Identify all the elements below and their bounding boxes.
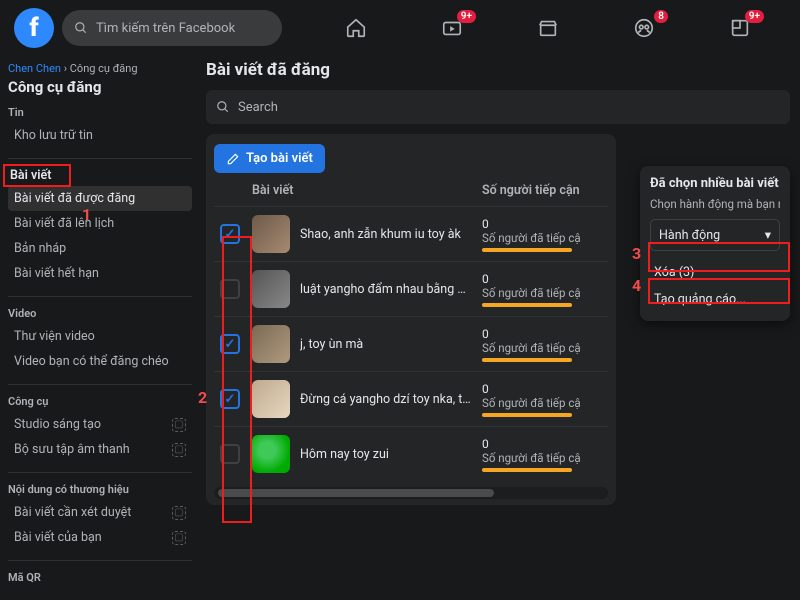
sidebar-item-sound[interactable]: Bộ sưu tập âm thanh▢ bbox=[8, 437, 192, 462]
sb-label-video: Video bbox=[8, 307, 192, 320]
reach-cell: 0Số người đã tiếp cậ bbox=[482, 437, 602, 472]
annotation-3: 3 bbox=[632, 244, 641, 263]
nav-icons: 9+ 8 9+ bbox=[282, 8, 786, 48]
table-header: Bài viết Số người tiếp cận bbox=[214, 173, 608, 206]
selection-panel: Đã chọn nhiều bài viết Chọn hành động mà… bbox=[640, 166, 790, 321]
reach-cell: 0Số người đã tiếp cậ bbox=[482, 327, 602, 362]
row-checkbox[interactable] bbox=[220, 389, 240, 409]
sidebar-item-crosspost[interactable]: Video bạn có thể đăng chéo bbox=[8, 349, 192, 374]
sidebar-title: Công cụ đăng bbox=[8, 78, 192, 96]
sidebar-item-video-library[interactable]: Thư viện video bbox=[8, 324, 192, 349]
nav-marketplace[interactable] bbox=[528, 8, 568, 48]
search-icon bbox=[74, 21, 88, 35]
content-area: Bài viết đã đăng Search Tạo bài viết Bài… bbox=[200, 56, 800, 600]
marketplace-icon bbox=[537, 17, 559, 39]
reach-cell: 0Số người đã tiếp cậ bbox=[482, 272, 602, 307]
panel-title: Đã chọn nhiều bài viết bbox=[650, 176, 780, 191]
reach-cell: 0Số người đã tiếp cậ bbox=[482, 382, 602, 417]
row-checkbox[interactable] bbox=[220, 224, 240, 244]
reach-cell: 0Số người đã tiếp cậ bbox=[482, 217, 602, 252]
nav-groups[interactable]: 8 bbox=[624, 8, 664, 48]
menu-delete[interactable]: Xóa (3) bbox=[650, 259, 780, 286]
nav-gaming[interactable]: 9+ bbox=[720, 8, 760, 48]
action-dropdown[interactable]: Hành động ▾ bbox=[650, 219, 780, 251]
annotation-1: 1 bbox=[82, 205, 91, 224]
posts-card: Tạo bài viết Bài viết Số người tiếp cận … bbox=[206, 134, 616, 505]
post-title: Hôm nay toy zui bbox=[300, 447, 482, 462]
external-icon: ▢ bbox=[172, 418, 186, 432]
table-row[interactable]: Shao, anh zẫn khum iu toy àk 0Số người đ… bbox=[214, 206, 608, 261]
external-icon: ▢ bbox=[172, 443, 186, 457]
table-row[interactable]: Hôm nay toy zui 0Số người đã tiếp cậ bbox=[214, 426, 608, 481]
sidebar-item-drafts[interactable]: Bản nháp bbox=[8, 236, 192, 261]
groups-badge: 8 bbox=[654, 10, 668, 23]
sb-label-brand: Nội dung có thương hiệu bbox=[8, 483, 192, 496]
nav-watch[interactable]: 9+ bbox=[432, 8, 472, 48]
post-title: Đừng cá yangho dzí toy nka, toy pắn ák bbox=[300, 392, 482, 407]
post-title: j, toy ùn mà bbox=[300, 337, 482, 352]
sidebar-item-review[interactable]: Bài viết cần xét duyệt▢ bbox=[8, 500, 192, 525]
home-icon bbox=[345, 17, 367, 39]
row-checkbox[interactable] bbox=[220, 444, 240, 464]
col-post: Bài viết bbox=[252, 183, 482, 198]
annotation-2: 2 bbox=[198, 388, 207, 407]
nav-home[interactable] bbox=[336, 8, 376, 48]
sidebar-item-creator-studio[interactable]: Studio sáng tạo▢ bbox=[8, 412, 192, 437]
breadcrumb: Chen Chen › Công cụ đăng bbox=[8, 60, 192, 77]
sidebar-item-published[interactable]: Bài viết đã được đăng bbox=[8, 186, 192, 211]
sidebar-item-scheduled[interactable]: Bài viết đã lên lịch bbox=[8, 211, 192, 236]
post-thumbnail bbox=[252, 215, 290, 253]
breadcrumb-page: Công cụ đăng bbox=[70, 62, 138, 75]
menu-create-ad[interactable]: Tạo quảng cáo... bbox=[650, 286, 780, 313]
horizontal-scrollbar[interactable] bbox=[214, 487, 608, 499]
post-title: Shao, anh zẫn khum iu toy àk bbox=[300, 227, 482, 242]
create-post-button[interactable]: Tạo bài viết bbox=[214, 144, 325, 173]
gaming-badge: 9+ bbox=[745, 10, 764, 23]
annotation-4: 4 bbox=[632, 276, 641, 295]
post-thumbnail bbox=[252, 270, 290, 308]
sb-label-posts[interactable]: Bài viết bbox=[4, 165, 70, 186]
sidebar-item-your-posts[interactable]: Bài viết của bạn▢ bbox=[8, 525, 192, 550]
external-icon: ▢ bbox=[172, 506, 186, 520]
groups-icon bbox=[633, 17, 655, 39]
table-row[interactable]: j, toy ùn mà 0Số người đã tiếp cậ bbox=[214, 316, 608, 371]
page-title: Bài viết đã đăng bbox=[206, 60, 790, 80]
row-checkbox[interactable] bbox=[220, 279, 240, 299]
table-row[interactable]: luật yangho đẩm nhau bằng mã tấu iem iu … bbox=[214, 261, 608, 316]
sidebar-item-expired[interactable]: Bài viết hết hạn bbox=[8, 261, 192, 286]
global-search[interactable]: Tìm kiếm trên Facebook bbox=[62, 10, 282, 46]
breadcrumb-user[interactable]: Chen Chen bbox=[8, 62, 61, 75]
sidebar-item-archive[interactable]: Kho lưu trữ tin bbox=[8, 123, 192, 148]
external-icon: ▢ bbox=[172, 531, 186, 545]
sb-label-qr: Mã QR bbox=[8, 571, 192, 584]
post-title: luật yangho đẩm nhau bằng mã tấu iem iu … bbox=[300, 282, 482, 297]
post-rows: Shao, anh zẫn khum iu toy àk 0Số người đ… bbox=[214, 206, 608, 481]
watch-badge: 9+ bbox=[457, 10, 476, 23]
post-thumbnail bbox=[252, 325, 290, 363]
post-thumbnail bbox=[252, 435, 290, 473]
global-search-placeholder: Tìm kiếm trên Facebook bbox=[96, 21, 235, 36]
search-icon bbox=[216, 100, 230, 114]
sb-label-tools: Công cụ bbox=[8, 395, 192, 408]
compose-icon bbox=[226, 152, 240, 166]
facebook-logo[interactable]: f bbox=[14, 8, 54, 48]
col-reach: Số người tiếp cận bbox=[482, 183, 602, 198]
top-header: f Tìm kiếm trên Facebook 9+ 8 9+ bbox=[0, 0, 800, 56]
table-row[interactable]: Đừng cá yangho dzí toy nka, toy pắn ák 0… bbox=[214, 371, 608, 426]
chevron-down-icon: ▾ bbox=[765, 227, 771, 243]
content-search[interactable]: Search bbox=[206, 90, 790, 124]
sb-label-tin: Tin bbox=[8, 106, 192, 119]
panel-subtitle: Chọn hành động mà bạn muốn thự bbox=[650, 197, 780, 211]
sidebar: Chen Chen › Công cụ đăng Công cụ đăng Ti… bbox=[0, 56, 200, 600]
post-thumbnail bbox=[252, 380, 290, 418]
content-search-placeholder: Search bbox=[238, 100, 278, 115]
row-checkbox[interactable] bbox=[220, 334, 240, 354]
